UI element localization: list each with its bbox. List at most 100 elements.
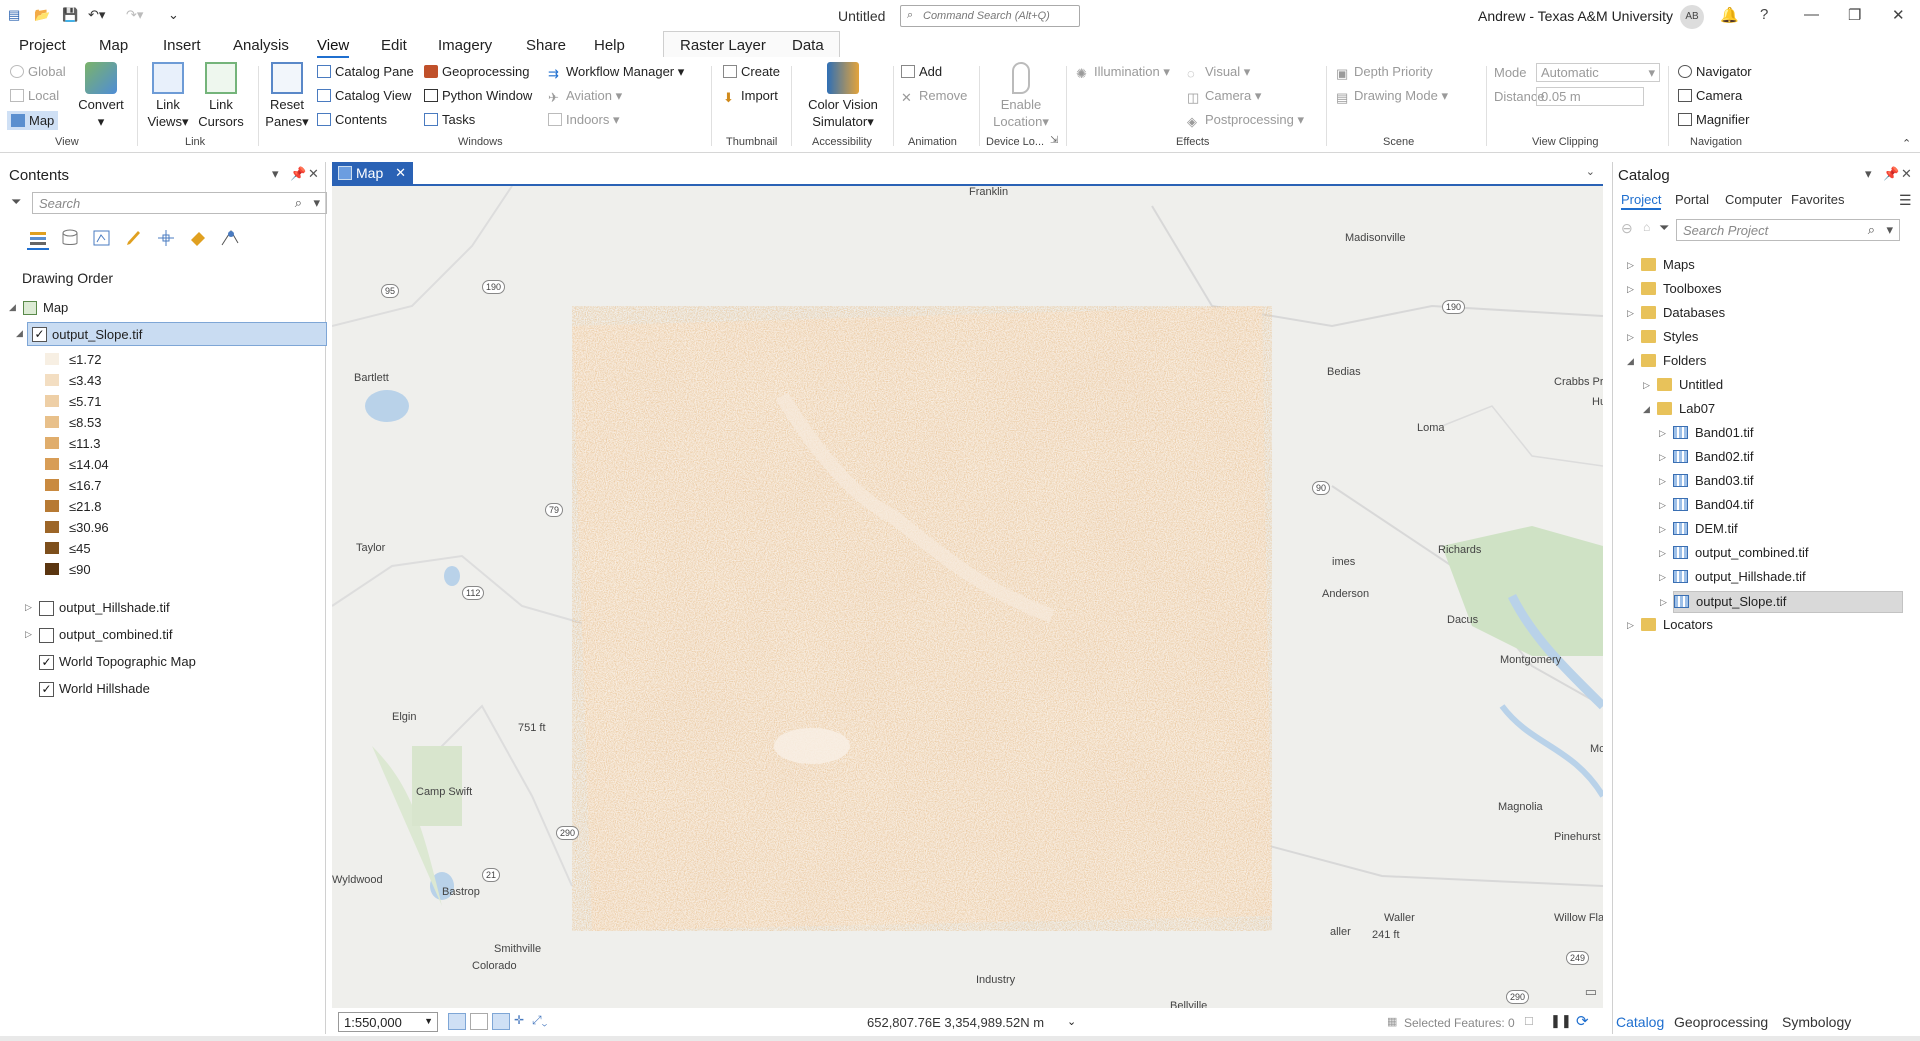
expand-arrow-icon[interactable]: ▷ [1660,597,1667,608]
add-animation-button[interactable]: Add [901,64,942,79]
catalog-item[interactable]: ▷ output_Hillshade.tif [1659,567,1897,589]
tab-help[interactable]: Help [594,37,625,54]
map-view[interactable]: Franklin Madisonville Bartlett Bedias Crabbs… [332,184,1603,1008]
help-icon[interactable]: ? [1760,6,1768,23]
aviation-button[interactable]: ✈ Aviation ▾ [548,88,622,105]
clipping-distance-input[interactable]: 0.05 m [1536,87,1644,106]
workflow-manager-button[interactable]: ⇉ Workflow Manager ▾ [548,64,684,81]
fixed-extent-icon[interactable] [492,1013,510,1030]
catalog-item[interactable]: ▷ DEM.tif [1659,519,1897,541]
map-view-button[interactable]: Map [7,111,59,130]
catalog-tab[interactable]: Favorites [1791,192,1844,207]
collapse-arrow-icon[interactable]: ◢ [16,328,23,339]
expand-arrow-icon[interactable]: ▷ [25,602,32,613]
contents-search-input[interactable]: Search ⌕ ▾ [32,192,327,214]
chevron-down-icon[interactable]: ⌄ [1586,165,1595,178]
app-menu-icon[interactable]: ▤ [8,7,20,25]
catalog-item[interactable]: ▷ Locators [1627,615,1897,637]
hamburger-menu-icon[interactable]: ☰ [1899,192,1912,209]
collapse-arrow-icon[interactable]: ◢ [9,302,16,313]
map-node[interactable]: ◢ Map [9,298,309,320]
catalog-item[interactable]: ◢ Folders [1627,351,1897,373]
layer-row[interactable]: ▷ output_Hillshade.tif [25,598,317,620]
list-by-source-icon[interactable] [59,228,81,250]
remove-animation-button[interactable]: ✕ Remove [901,88,967,105]
catalog-item[interactable]: ▷ Styles [1627,327,1897,349]
redo-icon[interactable]: ↷▾ [126,7,143,25]
list-by-snapping-icon[interactable] [155,228,177,250]
refresh-icon[interactable]: ⟳ [1576,1012,1589,1030]
expand-arrow-icon[interactable]: ▷ [1627,284,1634,295]
python-window-button[interactable]: Python Window [424,88,532,103]
expand-arrow-icon[interactable]: ▷ [1659,572,1666,583]
geoprocessing-button[interactable]: Geoprocessing [424,64,529,79]
grid-icon[interactable] [470,1013,488,1030]
create-thumbnail-button[interactable]: Create [723,64,780,79]
drawing-mode-button[interactable]: ▤ Drawing Mode ▾ [1336,88,1448,105]
color-vision-button[interactable]: Color Vision Simulator▾ [796,62,890,130]
expand-arrow-icon[interactable]: ▷ [1627,332,1634,343]
layer-output-slope[interactable]: ◢ ✓ output_Slope.tif [16,322,327,346]
layer-visibility-checkbox[interactable]: ✓ [39,682,54,697]
expand-arrow-icon[interactable]: ▷ [1659,548,1666,559]
tab-insert[interactable]: Insert [163,37,201,54]
enable-location-button[interactable]: Enable Location▾ [986,62,1056,130]
pin-icon[interactable]: 📌 [290,166,306,182]
chevron-down-icon[interactable]: ⌄ [1067,1015,1076,1028]
catalog-tab[interactable]: Computer [1725,192,1782,207]
collapse-arrow-icon[interactable]: ◢ [1643,404,1650,415]
global-button[interactable]: Global [10,64,66,79]
customize-qat-icon[interactable]: ⌄ [168,7,179,25]
indoors-button[interactable]: Indoors ▾ [548,112,620,128]
pane-menu-icon[interactable]: ▾ [1865,166,1872,182]
tab-raster-layer[interactable]: Raster Layer [680,37,766,54]
filter-icon[interactable]: ⏷ [1659,220,1669,236]
clipping-mode-select[interactable]: Automatic ▾ [1536,63,1660,82]
layer-visibility-checkbox[interactable]: ✓ [32,327,47,342]
clear-selection-icon[interactable]: ☐ [1524,1015,1534,1028]
list-by-drawing-order-icon[interactable] [27,228,49,250]
catalog-item[interactable]: ▷ Toolboxes [1627,279,1897,301]
home-icon[interactable]: ⌂ [1643,220,1650,234]
collapse-arrow-icon[interactable]: ◢ [1627,356,1634,367]
tab-analysis[interactable]: Analysis [233,37,289,54]
fixed-zoom-icon[interactable] [448,1013,466,1030]
tab-project[interactable]: Project [19,37,66,54]
expand-arrow-icon[interactable]: ▷ [1627,620,1634,631]
reset-panes-button[interactable]: Reset Panes▾ [262,62,312,130]
expand-arrow-icon[interactable]: ▷ [1659,476,1666,487]
visual-button[interactable]: ◌ Visual ▾ [1187,64,1250,81]
close-pane-icon[interactable]: ✕ [308,166,319,182]
catalog-item[interactable]: ▷ Band02.tif [1659,447,1897,469]
user-name[interactable]: Andrew - Texas A&M University [1478,8,1673,24]
list-by-selection-icon[interactable] [91,228,113,250]
close-pane-icon[interactable]: ✕ [1901,166,1912,182]
layer-visibility-checkbox[interactable]: ✓ [39,655,54,670]
crosshair-icon[interactable]: ✛ [514,1013,524,1027]
link-views-button[interactable]: Link Views▾ [146,62,190,130]
bottom-tab[interactable]: Geoprocessing [1674,1014,1768,1030]
illumination-button[interactable]: ✺ Illumination ▾ [1076,64,1170,81]
catalog-tab[interactable]: Project [1621,192,1662,210]
catalog-item[interactable]: ◢ Lab07 [1643,399,1897,421]
tab-edit[interactable]: Edit [381,37,407,54]
scale-select[interactable]: 1:550,000 ▼ [338,1012,438,1032]
catalog-item[interactable]: ▷ Untitled [1643,375,1897,397]
convert-button[interactable]: Convert ▾ [75,62,127,130]
tab-map[interactable]: Map [99,37,128,54]
tab-imagery[interactable]: Imagery [438,37,492,54]
avatar[interactable]: AB [1680,5,1704,29]
restore-icon[interactable]: ❐ [1848,6,1861,24]
command-search[interactable]: ⌕ Command Search (Alt+Q) [900,5,1080,27]
navigator-button[interactable]: Navigator [1678,64,1752,79]
expand-arrow-icon[interactable]: ▷ [1659,500,1666,511]
catalog-item[interactable]: ▷ output_Slope.tif [1660,591,1903,613]
catalog-tab[interactable]: Portal [1675,192,1709,207]
catalog-item[interactable]: ▷ Band01.tif [1659,423,1897,445]
expand-arrow-icon[interactable]: ▷ [1659,452,1666,463]
catalog-item[interactable]: ▷ output_combined.tif [1659,543,1897,565]
rotate-icon[interactable]: ⤢⌄ [532,1013,547,1028]
expand-arrow-icon[interactable]: ▷ [1659,524,1666,535]
notifications-icon[interactable]: 🔔 [1720,6,1739,24]
bottom-tab[interactable]: Symbology [1782,1014,1851,1030]
